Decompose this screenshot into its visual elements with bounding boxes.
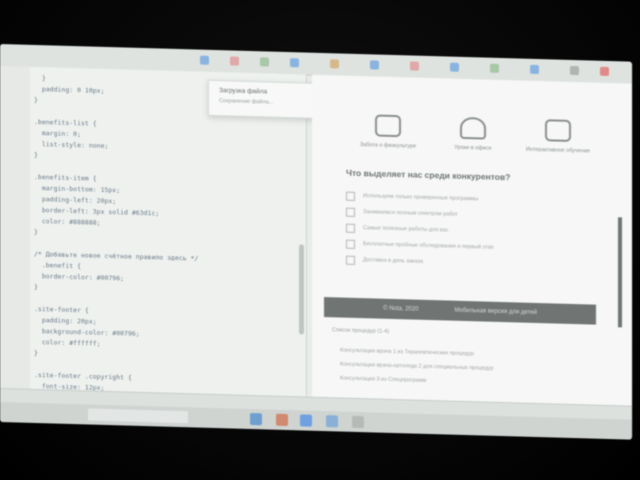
page-preview: Забота о физкультуре Уроки в офисе Интер…: [312, 74, 632, 406]
checklist-label: Самые полезные работы для вас: [363, 225, 449, 234]
menu-icon[interactable]: [570, 65, 579, 76]
tab-icon[interactable]: [370, 60, 379, 70]
tab-icon[interactable]: [530, 64, 539, 75]
footer-bar: © Nota, 2020 Мобильная версия для детей: [324, 297, 596, 325]
tab-icon[interactable]: [410, 61, 419, 71]
checkbox-icon[interactable]: [346, 207, 355, 217]
section-title: Список процедур (1-4): [332, 327, 390, 335]
checklist-label: Занимаемся полным спектром работ: [363, 209, 458, 218]
tab-icon[interactable]: [290, 58, 299, 68]
screen-icon: [545, 119, 571, 142]
checklist-label: Используем только проверенные программы: [363, 193, 479, 203]
tab-icon[interactable]: [450, 62, 459, 72]
checkbox-icon[interactable]: [346, 191, 355, 201]
code-content[interactable]: } padding: 0 10px;} .benefits-list { marg…: [34, 73, 296, 410]
tab-icon[interactable]: [200, 55, 209, 65]
taskbar-search[interactable]: [88, 408, 188, 424]
app-icon[interactable]: [352, 415, 364, 429]
line-gutter: [0, 66, 30, 389]
checkbox-icon[interactable]: [346, 223, 355, 233]
app-icon[interactable]: [326, 415, 338, 428]
tab-icon[interactable]: [230, 56, 239, 66]
feature-item: Забота о физкультуре: [348, 114, 428, 150]
app-icon[interactable]: [276, 413, 288, 427]
checkbox-icon[interactable]: [346, 255, 355, 265]
editor-scrollbar[interactable]: [299, 244, 304, 335]
footer-link[interactable]: Мобильная версия для детей: [455, 308, 537, 316]
feature-label: Интерактивное обучение: [525, 146, 591, 155]
feature-item: Уроки в офисе: [433, 116, 513, 152]
screen: } padding: 0 10px;} .benefits-list { marg…: [0, 44, 632, 440]
tab-icon[interactable]: [490, 63, 499, 73]
section-heading: Что выделяет нас среди конкурентов?: [346, 167, 511, 183]
tab-icon[interactable]: [260, 57, 269, 67]
feature-item: Интерактивное обучение: [518, 118, 598, 154]
sofa-icon: [375, 114, 401, 138]
tab-icon[interactable]: [330, 59, 339, 69]
feature-label: Забота о физкультуре: [359, 142, 417, 150]
app-icon[interactable]: [300, 414, 312, 427]
checklist-label: Доставка в день заказа: [363, 257, 423, 265]
checklist-item[interactable]: Доставка в день заказа: [346, 252, 494, 272]
checkbox-icon[interactable]: [346, 239, 355, 249]
features-row: Забота о физкультуре Уроки в офисе Интер…: [348, 114, 598, 155]
procedures-list: Консультация врача 1 из Терапевтических …: [340, 347, 493, 393]
preview-scrollbar[interactable]: [618, 217, 622, 328]
benefits-checklist: Используем только проверенные программы …: [346, 188, 494, 272]
list-item: Консультация 3 из Спецпрограмм: [340, 375, 427, 384]
checklist-label: Бесплатные пробные обследования и первый…: [363, 241, 494, 251]
close-icon[interactable]: [600, 66, 609, 77]
feature-label: Уроки в офисе: [454, 144, 492, 152]
footer-copyright: © Nota, 2020: [383, 305, 419, 313]
app-icon[interactable]: [250, 412, 262, 426]
kettlebell-icon: [460, 116, 486, 140]
